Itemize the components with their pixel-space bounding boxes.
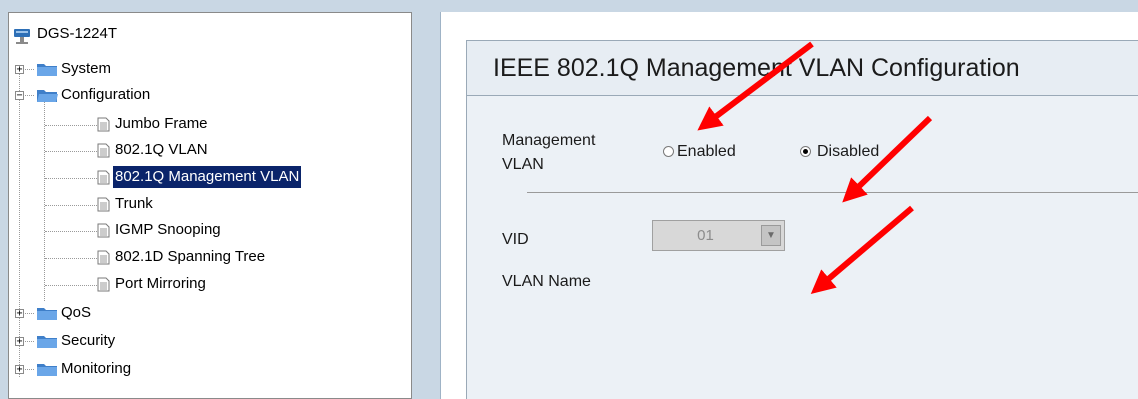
divider	[527, 192, 1138, 193]
tree-item-8021q-vlan[interactable]: 802.1Q VLAN	[113, 139, 210, 161]
page-icon	[97, 143, 110, 158]
page-icon	[97, 170, 110, 185]
folder-icon	[37, 308, 57, 320]
expand-icon[interactable]: +	[15, 365, 24, 375]
vid-label: VID	[502, 231, 529, 248]
tree-item-label: 802.1Q Management VLAN	[113, 166, 302, 189]
tree-connector	[45, 285, 97, 286]
tree-connector	[45, 231, 97, 232]
tree-connector	[45, 125, 97, 126]
tree-item-spanning-tree[interactable]: 802.1D Spanning Tree	[113, 246, 267, 268]
tree-item-label: System	[61, 60, 112, 78]
expand-icon[interactable]: +	[15, 65, 24, 75]
tree-item-label: Configuration	[61, 86, 151, 104]
tree-guide-line	[44, 97, 45, 301]
tree-item-qos[interactable]: QoS	[59, 302, 93, 324]
folder-icon	[37, 336, 57, 348]
tree-item-label: 802.1D Spanning Tree	[115, 248, 266, 266]
folder-icon	[37, 364, 57, 376]
management-vlan-label: Management VLAN	[502, 129, 595, 177]
tree-connector	[45, 258, 97, 259]
switch-device-icon	[14, 29, 30, 44]
tree-item-label: Trunk	[115, 195, 153, 213]
tree-item-configuration[interactable]: Configuration	[59, 84, 152, 106]
enabled-radio[interactable]	[663, 146, 674, 157]
tree-item-label: QoS	[61, 304, 92, 322]
tree-item-monitoring[interactable]: Monitoring	[59, 358, 133, 380]
tree-item-system[interactable]: System	[59, 58, 113, 80]
page-icon	[97, 117, 110, 132]
tree-item-8021q-management-vlan[interactable]: 802.1Q Management VLAN	[113, 166, 302, 189]
expand-icon[interactable]: +	[15, 309, 24, 319]
enabled-label[interactable]: Enabled	[677, 142, 736, 162]
disabled-label[interactable]: Disabled	[817, 142, 879, 162]
collapse-icon[interactable]: −	[15, 91, 24, 101]
tree-item-label: Jumbo Frame	[115, 115, 208, 133]
tree-guide-line	[19, 65, 20, 377]
form-area: Management VLAN Enabled Disabled VID 01 …	[466, 96, 1138, 399]
expand-icon[interactable]: +	[15, 337, 24, 347]
tree-connector	[45, 178, 97, 179]
tree-item-label: IGMP Snooping	[115, 221, 221, 239]
vlan-name-label: VLAN Name	[502, 273, 591, 290]
management-label-line2: VLAN	[502, 156, 544, 173]
tree-item-security[interactable]: Security	[59, 330, 117, 352]
page-icon	[97, 223, 110, 238]
tree-item-label: Port Mirroring	[115, 275, 206, 293]
tree-item-port-mirroring[interactable]: Port Mirroring	[113, 273, 208, 295]
vid-select[interactable]: 01 ▼	[652, 220, 785, 251]
page-icon	[97, 250, 110, 265]
tree-item-label: Monitoring	[61, 360, 132, 378]
dropdown-arrow-icon[interactable]: ▼	[761, 225, 781, 246]
tree-connector	[45, 151, 97, 152]
page-title: IEEE 802.1Q Management VLAN Configuratio…	[466, 40, 1138, 96]
tree-root-label: DGS-1224T	[37, 25, 118, 43]
navigation-tree: DGS-1224T + System − Configuration Jumbo…	[8, 12, 412, 399]
tree-item-trunk[interactable]: Trunk	[113, 193, 155, 215]
page-icon	[97, 197, 110, 212]
tree-item-igmp-snooping[interactable]: IGMP Snooping	[113, 219, 223, 241]
vid-select-value: 01	[697, 227, 714, 244]
tree-item-label: 802.1Q VLAN	[115, 141, 208, 159]
folder-icon	[37, 64, 57, 76]
disabled-radio[interactable]	[800, 146, 811, 157]
tree-item-label: Security	[61, 332, 116, 350]
tree-connector	[45, 205, 97, 206]
open-folder-icon	[37, 90, 58, 102]
page-icon	[97, 277, 110, 292]
config-panel: IEEE 802.1Q Management VLAN Configuratio…	[440, 12, 1138, 399]
tree-item-jumbo-frame[interactable]: Jumbo Frame	[113, 113, 210, 135]
tree-root[interactable]: DGS-1224T	[35, 23, 119, 45]
management-label-line1: Management	[502, 132, 596, 149]
